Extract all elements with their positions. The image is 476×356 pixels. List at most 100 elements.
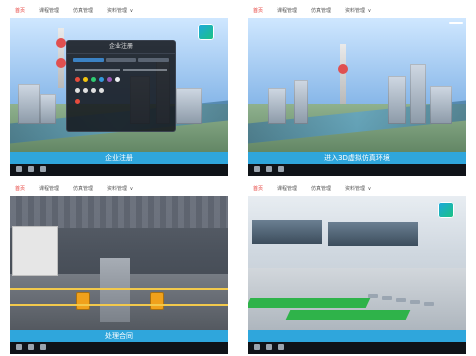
building — [294, 80, 308, 124]
seat — [410, 300, 420, 304]
nav-tab-courses[interactable]: 课程管理 — [36, 185, 62, 194]
top-nav: 首页 课程管理 仿真管理 资料管理 ∨ — [248, 182, 466, 196]
top-nav: 首页 课程管理 仿真管理 资料管理 ∨ — [10, 182, 228, 196]
robot-arm — [150, 292, 164, 310]
video-screen[interactable] — [248, 196, 466, 342]
seat — [368, 294, 378, 298]
nav-tab-materials[interactable]: 资料管理 ∨ — [104, 7, 136, 16]
nav-tab-simulation[interactable]: 仿真管理 — [70, 7, 96, 16]
control-icons — [254, 166, 284, 172]
play-icon[interactable] — [16, 166, 22, 172]
dialog-title: 企业注册 — [67, 41, 175, 54]
nav-tab-courses[interactable]: 课程管理 — [274, 7, 300, 16]
play-icon[interactable] — [254, 166, 260, 172]
tv-tower — [340, 44, 346, 104]
player-controls — [248, 164, 466, 176]
tool-icon[interactable] — [75, 88, 80, 93]
enterprise-registration-dialog[interactable]: 企业注册 — [66, 40, 176, 132]
guide-path — [248, 298, 371, 308]
video-screen[interactable]: 企业注册 企业注册 — [10, 18, 228, 164]
next-icon[interactable] — [28, 344, 34, 350]
tool-icon[interactable] — [83, 88, 88, 93]
nav-tab-materials[interactable]: 资料管理 ∨ — [342, 185, 374, 194]
top-nav: 首页 课程管理 仿真管理 资料管理 ∨ — [248, 4, 466, 18]
video-screen[interactable]: 处理合同 — [10, 196, 228, 342]
color-dot[interactable] — [115, 77, 120, 82]
nav-tab-simulation[interactable]: 仿真管理 — [308, 7, 334, 16]
nav-tab-materials[interactable]: 资料管理 ∨ — [104, 185, 136, 194]
tool-icon[interactable] — [99, 88, 104, 93]
seat — [424, 302, 434, 306]
play-icon[interactable] — [16, 344, 22, 350]
chevron-down-icon: ∨ — [129, 7, 134, 14]
tool-icon[interactable] — [91, 88, 96, 93]
panel-2: 首页 课程管理 仿真管理 资料管理 ∨ 进入3D虚拟仿真环境 — [248, 4, 466, 176]
tower-ball — [56, 58, 66, 68]
nav-tab-home[interactable]: 首页 — [250, 185, 266, 194]
panel-4: 首页 课程管理 仿真管理 资料管理 ∨ — [248, 182, 466, 354]
robot-arm — [76, 292, 90, 310]
nav-tab-simulation[interactable]: 仿真管理 — [308, 185, 334, 194]
brand-logo — [198, 24, 214, 40]
factory-roof — [10, 196, 228, 228]
info-card[interactable] — [12, 226, 58, 276]
color-dot[interactable] — [91, 77, 96, 82]
player-controls — [10, 342, 228, 354]
dialog-tab[interactable] — [138, 58, 170, 62]
caption-bar — [248, 330, 466, 342]
tower-ball — [338, 64, 348, 74]
divider — [122, 69, 167, 71]
player-controls — [10, 164, 228, 176]
tool-icons — [67, 85, 175, 96]
nav-tab-materials-label: 资料管理 — [345, 7, 366, 14]
control-icons — [254, 344, 284, 350]
caption-bar: 进入3D虚拟仿真环境 — [248, 152, 466, 164]
hall-window — [328, 222, 418, 246]
color-dot[interactable] — [75, 77, 80, 82]
chevron-down-icon: ∨ — [129, 185, 134, 192]
caption-bar: 企业注册 — [10, 152, 228, 164]
chevron-down-icon: ∨ — [367, 185, 372, 192]
color-swatches — [67, 74, 175, 85]
color-dot[interactable] — [83, 77, 88, 82]
building — [176, 88, 202, 124]
video-screen[interactable]: 进入3D虚拟仿真环境 — [248, 18, 466, 164]
ellipsis-icon[interactable] — [452, 22, 460, 24]
chevron-down-icon: ∨ — [367, 7, 372, 14]
dialog-tab[interactable] — [73, 58, 104, 62]
status-dot — [75, 99, 80, 104]
floor-line — [10, 304, 228, 306]
nav-tab-simulation[interactable]: 仿真管理 — [70, 185, 96, 194]
hall-window — [252, 220, 322, 244]
panel-3: 首页 课程管理 仿真管理 资料管理 ∨ 处理合同 — [10, 182, 228, 354]
next-icon[interactable] — [266, 344, 272, 350]
nav-tab-courses[interactable]: 课程管理 — [274, 185, 300, 194]
status-row — [67, 96, 175, 107]
panel-1: 首页 课程管理 仿真管理 资料管理 ∨ 企业注册 企业注册 — [10, 4, 228, 176]
color-dot[interactable] — [99, 77, 104, 82]
volume-icon[interactable] — [278, 344, 284, 350]
conveyor — [100, 258, 130, 322]
nav-tab-courses[interactable]: 课程管理 — [36, 7, 62, 16]
divider — [75, 69, 120, 71]
nav-tab-home[interactable]: 首页 — [12, 7, 28, 16]
volume-icon[interactable] — [40, 166, 46, 172]
nav-tab-home[interactable]: 首页 — [12, 185, 28, 194]
next-icon[interactable] — [28, 166, 34, 172]
play-icon[interactable] — [254, 344, 260, 350]
nav-tab-home[interactable]: 首页 — [250, 7, 266, 16]
color-dot[interactable] — [107, 77, 112, 82]
seat — [382, 296, 392, 300]
dialog-tabs — [67, 54, 175, 66]
nav-tab-materials-label: 资料管理 — [107, 185, 128, 192]
volume-icon[interactable] — [40, 344, 46, 350]
volume-icon[interactable] — [278, 166, 284, 172]
building — [40, 94, 56, 124]
building — [18, 84, 40, 124]
top-nav: 首页 课程管理 仿真管理 资料管理 ∨ — [10, 4, 228, 18]
dialog-tab[interactable] — [105, 58, 137, 62]
tower-ball — [56, 38, 66, 48]
building — [388, 76, 406, 124]
next-icon[interactable] — [266, 166, 272, 172]
nav-tab-materials[interactable]: 资料管理 ∨ — [342, 7, 374, 16]
